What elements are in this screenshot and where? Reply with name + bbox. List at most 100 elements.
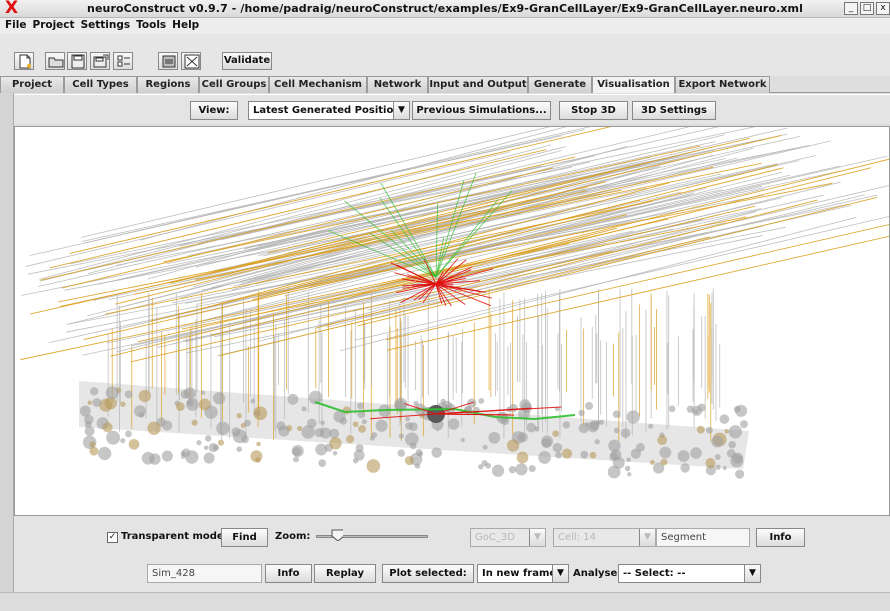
- 3d-settings-button[interactable]: 3D Settings: [632, 101, 716, 120]
- save-as-button[interactable]: [90, 52, 110, 70]
- chevron-down-icon[interactable]: ▼: [639, 529, 655, 546]
- cell-soma: [739, 420, 748, 429]
- 3d-viewport[interactable]: [14, 126, 890, 516]
- cell-soma: [680, 463, 690, 473]
- cell-soma: [552, 442, 563, 453]
- zip-button[interactable]: [158, 52, 178, 70]
- segment-field[interactable]: Segment: [656, 528, 750, 547]
- menu-file[interactable]: File: [3, 18, 31, 34]
- close-project-button[interactable]: [181, 52, 201, 70]
- simulation-controls: Sim_428 Info Replay Plot selected: In ne…: [14, 554, 890, 592]
- chevron-down-icon[interactable]: ▼: [744, 565, 760, 582]
- previous-simulations-button[interactable]: Previous Simulations...: [412, 101, 551, 120]
- simulation-name-field[interactable]: Sim_428: [147, 564, 262, 583]
- cell-soma: [185, 450, 199, 464]
- cell-soma: [287, 393, 299, 405]
- menu-help[interactable]: Help: [170, 18, 203, 34]
- chevron-down-icon[interactable]: ▼: [552, 565, 568, 582]
- cell-soma: [722, 466, 727, 471]
- tab-generate[interactable]: Generate: [528, 76, 592, 93]
- cell-soma: [98, 446, 112, 461]
- sim-info-button[interactable]: Info: [265, 564, 312, 583]
- cell-select[interactable]: Cell: 14 ▼: [553, 528, 656, 547]
- analyse-select[interactable]: -- Select: -- ▼: [618, 564, 761, 583]
- view-select[interactable]: Latest Generated Positions ▼: [248, 101, 410, 120]
- options-button[interactable]: [113, 52, 133, 70]
- cell-soma: [240, 423, 246, 428]
- save-project-button[interactable]: [67, 52, 87, 70]
- cell-soma: [627, 472, 632, 477]
- cell-soma: [552, 430, 559, 437]
- tab-regions[interactable]: Regions: [137, 76, 199, 93]
- cell-soma: [120, 401, 126, 407]
- cell-soma: [296, 425, 303, 432]
- 3d-scene[interactable]: [15, 127, 890, 516]
- cell-soma: [613, 427, 620, 434]
- zoom-label: Zoom:: [275, 531, 311, 542]
- cell-soma: [90, 387, 99, 396]
- analyse-select-value: -- Select: --: [623, 568, 686, 579]
- cell-soma: [358, 424, 367, 433]
- chevron-down-icon[interactable]: ▼: [529, 529, 545, 546]
- tab-input-and-output[interactable]: Input and Output: [428, 76, 528, 93]
- replay-button[interactable]: Replay: [314, 564, 376, 583]
- stop-3d-button[interactable]: Stop 3D: [559, 101, 628, 120]
- cell-soma: [594, 439, 600, 445]
- cell-soma: [608, 439, 621, 452]
- view-bar: View: Latest Generated Positions ▼ Previ…: [14, 94, 890, 124]
- cell-soma: [728, 425, 743, 439]
- view-button[interactable]: View:: [190, 101, 238, 120]
- cell-soma: [361, 419, 367, 425]
- cell-soma: [405, 416, 410, 422]
- close-button[interactable]: x: [876, 2, 890, 15]
- cell-soma: [89, 446, 99, 456]
- zoom-slider-thumb[interactable]: [331, 529, 344, 541]
- cell-soma: [92, 398, 102, 408]
- transparent-mode-checkbox[interactable]: ✓: [107, 532, 118, 543]
- maximize-button[interactable]: □: [860, 2, 874, 15]
- menu-settings[interactable]: Settings: [79, 18, 135, 34]
- cell-soma: [578, 409, 585, 417]
- tab-cell-types[interactable]: Cell Types: [64, 76, 137, 93]
- cell-soma: [414, 463, 421, 469]
- cell-soma: [528, 465, 536, 473]
- cell-soma: [212, 392, 226, 405]
- open-project-button[interactable]: [45, 52, 65, 70]
- cell-soma: [346, 435, 355, 444]
- info-button[interactable]: Info: [756, 528, 805, 547]
- main-tabs: Project Cell Types Regions Cell Groups C…: [0, 76, 890, 93]
- cell-soma: [397, 449, 405, 457]
- cell-soma: [371, 432, 378, 438]
- menu-tools[interactable]: Tools: [134, 18, 170, 34]
- new-project-button[interactable]: [14, 52, 34, 70]
- plot-target-select[interactable]: In new frame ▼: [477, 564, 569, 583]
- cell-soma: [105, 386, 119, 400]
- cell-soma: [607, 465, 621, 479]
- tab-visualisation[interactable]: Visualisation: [592, 76, 675, 93]
- cell-soma: [175, 402, 185, 412]
- minimize-button[interactable]: _: [844, 2, 858, 15]
- plot-selected-button[interactable]: Plot selected:: [382, 564, 474, 583]
- cell-soma: [715, 464, 721, 470]
- menu-project[interactable]: Project: [31, 18, 79, 34]
- cell-soma: [138, 389, 152, 403]
- tab-export-network[interactable]: Export Network: [675, 76, 770, 93]
- cell-soma: [612, 410, 621, 418]
- cell-soma: [408, 422, 418, 432]
- validate-button[interactable]: Validate: [222, 52, 272, 70]
- cell-soma: [201, 390, 206, 395]
- tab-network[interactable]: Network: [367, 76, 428, 93]
- chevron-down-icon[interactable]: ▼: [393, 102, 409, 119]
- menu-bar: File Project Settings Tools Help: [0, 18, 890, 34]
- cell-soma: [626, 410, 640, 424]
- cell-soma: [183, 387, 196, 400]
- tab-cell-mechanism[interactable]: Cell Mechanism: [269, 76, 367, 93]
- find-button[interactable]: Find: [221, 528, 268, 547]
- tab-project[interactable]: Project: [0, 76, 64, 93]
- cell-soma: [124, 390, 133, 399]
- cell-soma: [329, 437, 342, 450]
- cell-group-select[interactable]: GoC_3D ▼: [470, 528, 546, 547]
- gray-fiber: [29, 129, 585, 256]
- cell-soma: [102, 422, 113, 433]
- tab-cell-groups[interactable]: Cell Groups: [199, 76, 269, 93]
